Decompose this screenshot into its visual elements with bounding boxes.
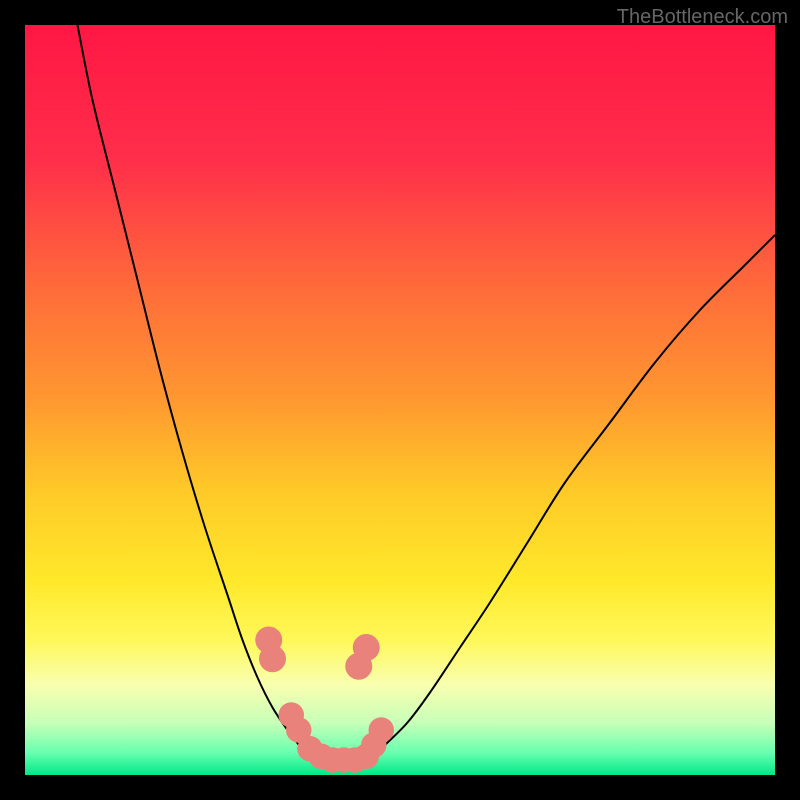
watermark-text: TheBottleneck.com [617,6,788,29]
data-marker [259,645,286,672]
data-marker [369,717,395,743]
gradient-background [25,25,775,775]
bottleneck-chart [25,25,775,775]
data-marker [353,634,380,661]
